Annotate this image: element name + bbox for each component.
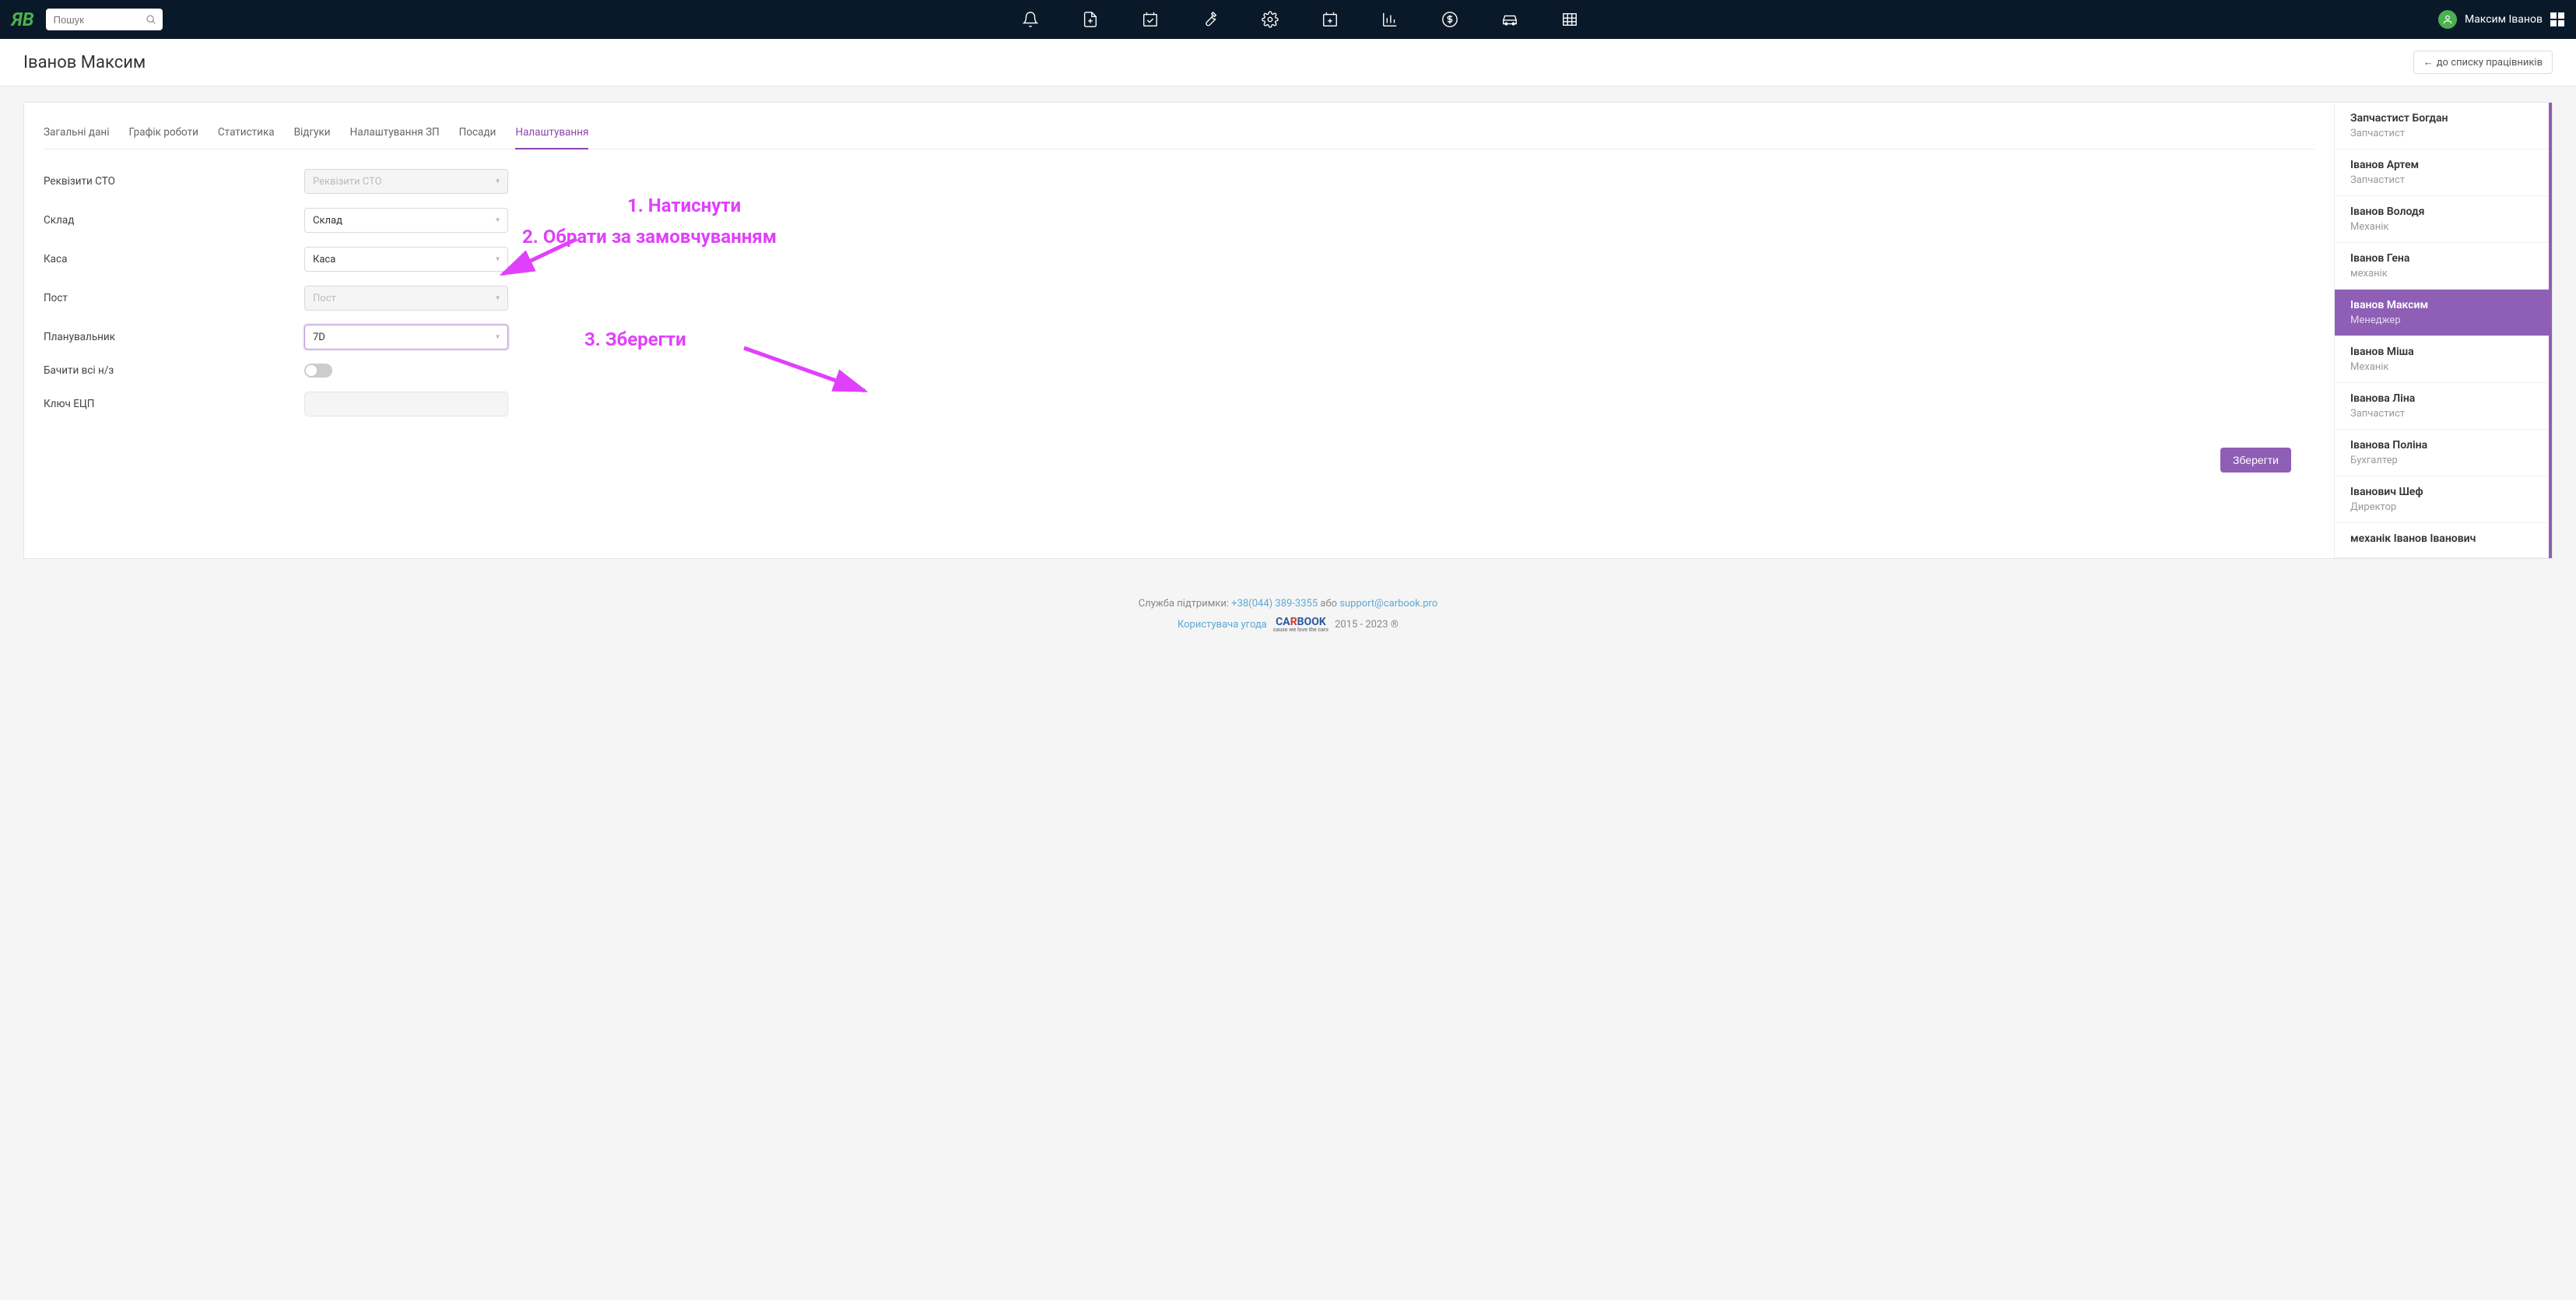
employee-role: Запчастист bbox=[2350, 128, 2536, 139]
wrench-icon[interactable] bbox=[1202, 11, 1219, 28]
header-user[interactable]: Максим Іванов bbox=[2438, 10, 2564, 29]
employee-role: Менеджер bbox=[2350, 314, 2536, 326]
employee-name: Іванов Максим bbox=[2350, 299, 2536, 311]
user-agreement-link[interactable]: Користувача угода bbox=[1177, 619, 1267, 631]
save-button[interactable]: Зберегти bbox=[2220, 448, 2291, 473]
employee-item[interactable]: Іванович Шеф Директор bbox=[2335, 476, 2552, 523]
footer-or: або bbox=[1320, 598, 1337, 610]
tab-salary[interactable]: Налаштування ЗП bbox=[350, 126, 440, 149]
employee-item[interactable]: Іванов Артем Запчастист bbox=[2335, 149, 2552, 196]
employee-role: Директор bbox=[2350, 501, 2536, 513]
warehouse-label: Склад bbox=[44, 214, 304, 227]
footer: Служба підтримки: +38(044) 389-3355 або … bbox=[0, 574, 2576, 648]
chevron-down-icon: ▾ bbox=[496, 333, 500, 342]
employee-item[interactable]: механік Іванов Іванович bbox=[2335, 523, 2552, 558]
apps-icon[interactable] bbox=[2550, 12, 2564, 26]
employee-item[interactable]: Запчастист Богдан Запчастист bbox=[2335, 103, 2552, 149]
employee-name: Іванов Володя bbox=[2350, 206, 2536, 218]
scroll-indicator bbox=[2549, 103, 2552, 558]
back-to-list-button[interactable]: ← до списку працівників bbox=[2413, 51, 2553, 74]
employee-name: механік Іванов Іванович bbox=[2350, 532, 2536, 545]
chevron-down-icon: ▾ bbox=[496, 216, 500, 225]
dollar-icon[interactable] bbox=[1441, 11, 1458, 28]
support-label: Служба підтримки: bbox=[1139, 598, 1229, 610]
employee-name: Іванова Поліна bbox=[2350, 439, 2536, 451]
chevron-down-icon: ▾ bbox=[496, 177, 500, 186]
employee-name: Іванов Артем bbox=[2350, 159, 2536, 171]
support-phone[interactable]: +38(044) 389-3355 bbox=[1231, 598, 1318, 610]
main-content: Загальні дані Графік роботи Статистика В… bbox=[24, 103, 2334, 558]
employee-role: Запчастист bbox=[2350, 408, 2536, 420]
footer-years: 2015 - 2023 ® bbox=[1335, 619, 1399, 631]
see-all-toggle[interactable] bbox=[304, 364, 332, 378]
ecp-label: Ключ ЕЦП bbox=[44, 398, 304, 410]
back-link-label: до списку працівників bbox=[2437, 57, 2543, 69]
ecp-input[interactable] bbox=[304, 392, 508, 416]
requisites-select: Реквізити СТО ▾ bbox=[304, 169, 508, 194]
tab-reviews[interactable]: Відгуки bbox=[294, 126, 331, 149]
file-plus-icon[interactable] bbox=[1082, 11, 1099, 28]
title-bar: Іванов Максим ← до списку працівників bbox=[0, 39, 2576, 86]
search-box bbox=[46, 9, 163, 30]
header-nav-icons bbox=[163, 11, 2438, 28]
cashbox-select[interactable]: Каса ▾ bbox=[304, 247, 508, 272]
tab-positions[interactable]: Посади bbox=[459, 126, 497, 149]
chevron-down-icon: ▾ bbox=[496, 255, 500, 264]
employee-name: Іванович Шеф bbox=[2350, 486, 2536, 498]
app-header: ЯB Максим Іванов bbox=[0, 0, 2576, 39]
car-icon[interactable] bbox=[1501, 11, 1518, 28]
post-select: Пост ▾ bbox=[304, 286, 508, 311]
page-title: Іванов Максим bbox=[23, 53, 146, 72]
post-label: Пост bbox=[44, 292, 304, 304]
tab-general[interactable]: Загальні дані bbox=[44, 126, 109, 149]
employee-name: Запчастист Богдан bbox=[2350, 112, 2536, 125]
tab-schedule[interactable]: Графік роботи bbox=[128, 126, 198, 149]
warehouse-select[interactable]: Склад ▾ bbox=[304, 208, 508, 233]
employee-sidebar: Запчастист Богдан Запчастист Іванов Артем З… bbox=[2334, 103, 2552, 558]
arrow-left-icon: ← bbox=[2423, 56, 2434, 69]
calendar-check-icon[interactable] bbox=[1142, 11, 1159, 28]
bell-icon[interactable] bbox=[1022, 11, 1039, 28]
carbook-logo: CARBOOK cause we love the cars bbox=[1273, 616, 1328, 633]
employee-item[interactable]: Іванов Гена механік bbox=[2335, 243, 2552, 290]
user-name: Максим Іванов bbox=[2465, 13, 2543, 26]
tabs: Загальні дані Графік роботи Статистика В… bbox=[44, 126, 2315, 149]
planner-select[interactable]: 7D ▾ bbox=[304, 325, 508, 350]
chevron-down-icon: ▾ bbox=[496, 294, 500, 303]
employee-role: Механік bbox=[2350, 361, 2536, 373]
calendar-plus-icon[interactable] bbox=[1321, 11, 1339, 28]
employee-name: Іванов Міша bbox=[2350, 346, 2536, 358]
cashbox-label: Каса bbox=[44, 253, 304, 265]
tab-settings[interactable]: Налаштування bbox=[515, 126, 588, 149]
employee-item[interactable]: Іванова Поліна Бухгалтер bbox=[2335, 430, 2552, 476]
main-card: Загальні дані Графік роботи Статистика В… bbox=[23, 102, 2553, 559]
gear-icon[interactable] bbox=[1262, 11, 1279, 28]
user-avatar-icon bbox=[2438, 10, 2457, 29]
employee-role: Механік bbox=[2350, 221, 2536, 233]
employee-item[interactable]: Іванова Ліна Запчастист bbox=[2335, 383, 2552, 430]
grid-icon[interactable] bbox=[1561, 11, 1578, 28]
support-email[interactable]: support@carbook.pro bbox=[1339, 598, 1437, 610]
employee-role: Запчастист bbox=[2350, 174, 2536, 186]
see-all-label: Бачити всі н/з bbox=[44, 364, 304, 377]
search-icon[interactable] bbox=[146, 14, 156, 28]
app-logo: ЯB bbox=[12, 9, 34, 30]
employee-item[interactable]: Іванов Максим Менеджер bbox=[2335, 290, 2552, 336]
employee-list: Запчастист Богдан Запчастист Іванов Артем З… bbox=[2335, 103, 2552, 558]
employee-name: Іванов Гена bbox=[2350, 252, 2536, 265]
requisites-label: Реквізити СТО bbox=[44, 175, 304, 188]
planner-label: Планувальник bbox=[44, 331, 304, 343]
employee-item[interactable]: Іванов Міша Механік bbox=[2335, 336, 2552, 383]
employee-name: Іванова Ліна bbox=[2350, 392, 2536, 405]
tab-stats[interactable]: Статистика bbox=[218, 126, 275, 149]
employee-role: Бухгалтер bbox=[2350, 455, 2536, 466]
chart-icon[interactable] bbox=[1381, 11, 1399, 28]
employee-role: механік bbox=[2350, 268, 2536, 279]
employee-item[interactable]: Іванов Володя Механік bbox=[2335, 196, 2552, 243]
